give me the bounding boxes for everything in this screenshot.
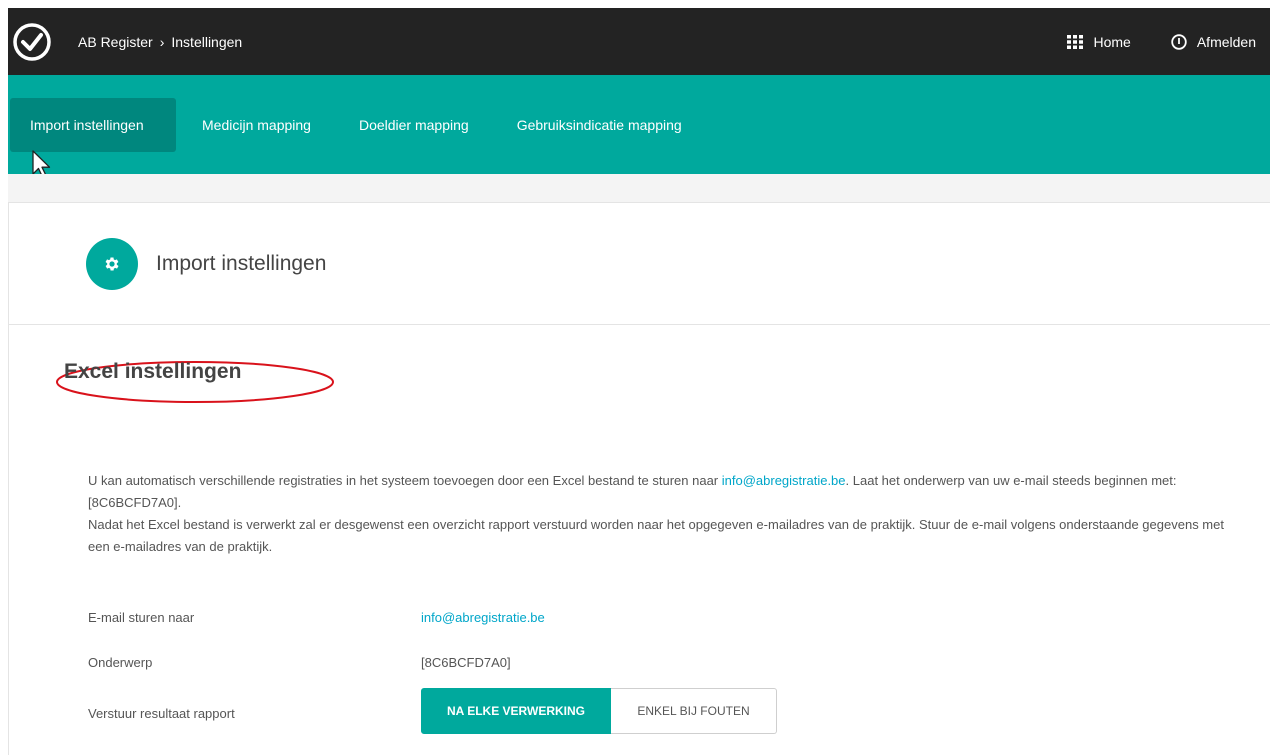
logout-button[interactable]: Afmelden [1171,34,1256,50]
report-label: Verstuur resultaat rapport [88,706,235,721]
settings-card: Import instellingen Excel instellingen U… [8,202,1270,755]
tab-import-instellingen[interactable]: Import instellingen [10,97,176,152]
breadcrumb-item-ab-register[interactable]: AB Register [78,34,153,50]
na-elke-verwerking-button[interactable]: NA ELKE VERWERKING [421,688,611,734]
breadcrumb-item-instellingen: Instellingen [171,33,243,50]
email-label: E-mail sturen naar [88,610,195,625]
email-link[interactable]: info@abregistratie.be [421,610,545,625]
card-header: Import instellingen [9,203,1270,325]
subject-label: Onderwerp [88,655,153,670]
description-text: U kan automatisch verschillende registra… [88,470,1228,558]
report-toggle: NA ELKE VERWERKING ENKEL BIJ FOUTEN [421,688,777,734]
tab-medicijn-mapping[interactable]: Medicijn mapping [180,98,333,152]
home-button[interactable]: Home [1067,33,1131,50]
info-circle-icon [1171,33,1187,50]
grid-icon [1067,34,1084,49]
description-part-1: U kan automatisch verschillende registra… [88,473,722,488]
logout-label: Afmelden [1196,33,1256,50]
subject-row: Onderwerp [8C6BCFD7A0] [88,655,511,670]
description-email-link[interactable]: info@abregistratie.be [722,473,846,488]
page-background [8,174,1270,202]
tab-doeldier-mapping[interactable]: Doeldier mapping [337,98,491,152]
report-row: Verstuur resultaat rapport [88,706,235,721]
top-bar: AB Register › Instellingen Home Afmelden [8,8,1270,75]
description-part-3: Nadat het Excel bestand is verwerkt zal … [88,517,1224,554]
gear-icon [86,237,138,290]
subject-value: [8C6BCFD7A0] [421,655,511,670]
page-title: Import instellingen [156,251,327,275]
email-row: E-mail sturen naar info@abregistratie.be [88,610,545,625]
enkel-bij-fouten-button[interactable]: ENKEL BIJ FOUTEN [611,688,777,734]
chevron-right-icon: › [159,33,165,50]
section-title: Excel instellingen [64,360,242,383]
tab-gebruiksindicatie-mapping[interactable]: Gebruiksindicatie mapping [495,98,704,152]
home-label: Home [1093,33,1131,50]
settings-tab-bar: Import instellingen Medicijn mapping Doe… [8,75,1270,174]
check-circle-logo-icon[interactable] [12,22,52,62]
breadcrumb: AB Register › Instellingen [78,34,242,50]
